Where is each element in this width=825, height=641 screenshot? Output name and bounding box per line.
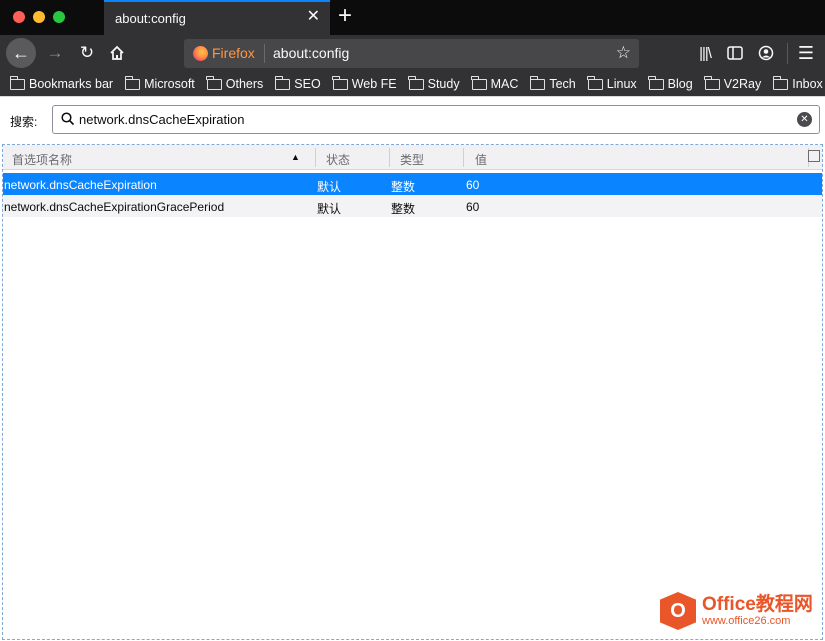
url-text[interactable]: about:config [273,45,349,61]
bookmark-label: V2Ray [723,77,762,91]
folder-icon [274,75,291,90]
identity-label: Firefox [212,45,255,61]
tab-about-config[interactable]: about:config ✕ [104,0,330,35]
cell-value: 60 [466,200,480,214]
folder-icon [9,75,25,90]
search-input[interactable] [79,112,779,127]
folder-icon [648,75,664,90]
column-separator[interactable] [463,148,464,167]
tab-close-icon[interactable]: ✕ [307,9,320,25]
search-label: 搜索: [10,115,38,129]
clear-search-icon[interactable]: ✕ [797,112,812,127]
folder-icon [408,75,424,90]
folder-icon [530,75,546,90]
sort-ascending-icon: ▲ [291,152,300,162]
bookmark-label: Inbox [792,77,823,91]
cell-type: 整数 [391,180,416,194]
bookmark-folder[interactable]: V2Ray [704,75,762,91]
bookmark-label: Others [225,77,264,91]
account-icon[interactable] [753,40,779,66]
cell-value: 60 [466,178,480,192]
bookmark-folder[interactable]: MAC [471,75,519,91]
folder-icon [471,75,487,90]
bookmark-label: MAC [490,77,519,91]
about-config-page: 搜索: ✕ 首选项名称 ▲ 状态 类型 值 network.dnsCacheEx… [0,96,825,641]
url-bar[interactable]: Firefox about:config ☆ [184,39,639,68]
column-header-value[interactable]: 值 [475,151,487,168]
bookmark-folder[interactable]: Tech [530,75,576,91]
folder-icon [587,75,603,90]
bookmark-folder[interactable]: Others [206,75,264,91]
column-separator[interactable] [315,148,316,167]
bookmark-label: SEO [294,77,321,91]
bookmark-folder[interactable]: SEO [274,75,321,91]
tab-strip: about:config ✕ + [0,0,825,35]
window-close-button[interactable] [13,11,25,23]
cell-name: network.dnsCacheExpiration [4,178,157,192]
bookmark-label: Study [427,77,460,91]
table-header: 首选项名称 ▲ 状态 类型 值 [3,145,822,170]
column-header-status[interactable]: 状态 [326,151,350,168]
library-icon[interactable]: |||\ [692,40,718,66]
reload-icon[interactable]: ↻ [74,40,100,66]
cell-name: network.dnsCacheExpirationGracePeriod [4,200,225,214]
bookmark-folder[interactable]: Blog [648,75,693,91]
bookmark-star-icon[interactable]: ☆ [616,43,631,63]
hamburger-menu-icon[interactable]: ☰ [793,40,819,66]
sidebar-toggle-icon[interactable] [722,40,748,66]
column-picker-icon[interactable] [808,150,820,162]
bookmark-folder[interactable]: Bookmarks bar [9,75,114,91]
url-separator [264,44,265,63]
bookmark-folder[interactable]: Web FE [332,75,397,91]
toolbar-divider [787,43,788,64]
folder-icon [124,75,141,90]
new-tab-icon[interactable]: + [338,4,352,28]
home-icon[interactable] [104,40,130,66]
folder-icon [206,75,222,90]
bookmark-label: Bookmarks bar [29,77,114,91]
bookmark-folder[interactable]: Microsoft [124,75,195,91]
table-row[interactable]: network.dnsCacheExpirationGracePeriod 默认… [3,195,822,217]
bookmark-label: Web FE [351,77,397,91]
bookmark-folder[interactable]: Inbox [772,75,823,91]
folder-icon [704,75,720,90]
window-maximize-button[interactable] [53,11,65,23]
firefox-logo-icon [193,46,208,61]
bookmark-label: Microsoft [144,77,195,91]
watermark-url: www.office26.com [702,614,791,627]
table-row[interactable]: network.dnsCacheExpiration 默认 整数 60 [3,173,822,195]
watermark: O Office教程网 www.office26.com [660,592,813,630]
preferences-table[interactable]: 首选项名称 ▲ 状态 类型 值 network.dnsCacheExpirati… [2,144,823,640]
bookmark-folder[interactable]: Study [408,75,460,91]
navigation-toolbar: ← → ↻ Firefox about:config ☆ |||\ ☰ [0,35,825,72]
tab-title: about:config [115,11,186,26]
office-logo-icon: O [660,592,696,630]
bookmark-label: Blog [667,77,693,91]
column-separator[interactable] [389,148,390,167]
folder-icon [772,75,789,90]
cell-type: 整数 [391,202,416,216]
column-header-name[interactable]: 首选项名称 [12,151,72,168]
cell-status: 默认 [317,180,342,194]
bookmark-folder[interactable]: Linux [587,75,637,91]
watermark-brand: Office教程网 [702,593,813,615]
bookmark-label: Linux [606,77,637,91]
folder-icon [332,75,348,90]
column-header-type[interactable]: 类型 [400,151,424,168]
window-minimize-button[interactable] [33,11,45,23]
search-icon [60,111,76,127]
back-icon[interactable]: ← [6,38,36,68]
forward-icon[interactable]: → [42,40,68,66]
cell-status: 默认 [317,202,342,216]
bookmarks-toolbar: Bookmarks bar Microsoft Others SEO Web F… [0,72,825,96]
bookmark-label: Tech [549,77,576,91]
search-box[interactable]: ✕ [52,105,820,134]
